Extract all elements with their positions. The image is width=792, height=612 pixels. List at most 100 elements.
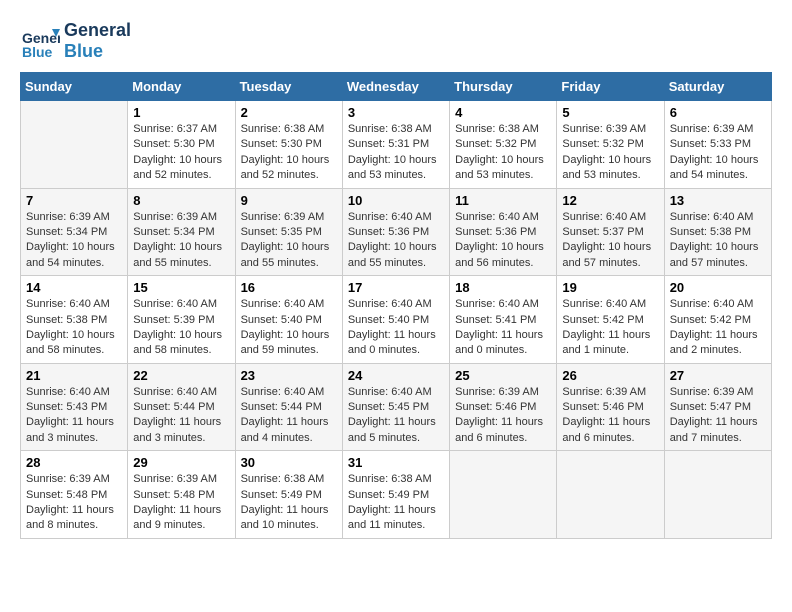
calendar-cell: 28 Sunrise: 6:39 AM Sunset: 5:48 PM Dayli… [21, 451, 128, 539]
day-number: 15 [133, 280, 229, 295]
day-number: 13 [670, 193, 766, 208]
calendar-cell: 8Sunrise: 6:39 AM Sunset: 5:34 PM Daylig… [128, 188, 235, 276]
day-number: 23 [241, 368, 337, 383]
day-info: Sunrise: 6:40 AM Sunset: 5:45 PM Dayligh… [348, 385, 444, 447]
calendar-cell: 19 Sunrise: 6:40 AM Sunset: 5:42 PM Dayli… [557, 276, 664, 364]
svg-text:Blue: Blue [22, 44, 53, 60]
day-info: Sunrise: 6:39 AM Sunset: 5:46 PM Dayligh… [562, 385, 658, 447]
calendar-cell: 18Sunrise: 6:40 AM Sunset: 5:41 PM Dayli… [450, 276, 557, 364]
day-number: 31 [348, 455, 444, 470]
day-info: Sunrise: 6:38 AM Sunset: 5:30 PM Dayligh… [241, 122, 337, 184]
day-number: 8 [133, 193, 229, 208]
calendar-cell [557, 451, 664, 539]
calendar-body: 1 Sunrise: 6:37 AM Sunset: 5:30 PM Daylig… [21, 101, 772, 539]
day-info: Sunrise: 6:40 AM Sunset: 5:43 PM Dayligh… [26, 385, 122, 447]
calendar-cell: 7 Sunrise: 6:39 AM Sunset: 5:34 PM Daylig… [21, 188, 128, 276]
day-number: 30 [241, 455, 337, 470]
day-info: Sunrise: 6:39 AM Sunset: 5:47 PM Dayligh… [670, 385, 766, 447]
logo: General Blue General Blue [20, 20, 131, 62]
day-number: 19 [562, 280, 658, 295]
day-info: Sunrise: 6:40 AM Sunset: 5:37 PM Dayligh… [562, 210, 658, 272]
day-info: Sunrise: 6:39 AM Sunset: 5:34 PM Dayligh… [26, 210, 122, 272]
day-number: 10 [348, 193, 444, 208]
calendar-cell: 29 Sunrise: 6:39 AM Sunset: 5:48 PM Dayli… [128, 451, 235, 539]
weekday-header-sunday: Sunday [21, 73, 128, 101]
calendar-cell: 23 Sunrise: 6:40 AM Sunset: 5:44 PM Dayli… [235, 363, 342, 451]
day-number: 4 [455, 105, 551, 120]
calendar-cell: 24 Sunrise: 6:40 AM Sunset: 5:45 PM Dayli… [342, 363, 449, 451]
weekday-header-thursday: Thursday [450, 73, 557, 101]
day-number: 24 [348, 368, 444, 383]
day-info: Sunrise: 6:37 AM Sunset: 5:30 PM Dayligh… [133, 122, 229, 184]
calendar-cell: 16Sunrise: 6:40 AM Sunset: 5:40 PM Dayli… [235, 276, 342, 364]
week-row-2: 7 Sunrise: 6:39 AM Sunset: 5:34 PM Daylig… [21, 188, 772, 276]
calendar-cell: 9 Sunrise: 6:39 AM Sunset: 5:35 PM Daylig… [235, 188, 342, 276]
calendar-cell: 12 Sunrise: 6:40 AM Sunset: 5:37 PM Dayli… [557, 188, 664, 276]
day-number: 21 [26, 368, 122, 383]
weekday-header-saturday: Saturday [664, 73, 771, 101]
week-row-3: 14Sunrise: 6:40 AM Sunset: 5:38 PM Dayli… [21, 276, 772, 364]
day-info: Sunrise: 6:39 AM Sunset: 5:48 PM Dayligh… [133, 472, 229, 534]
day-info: Sunrise: 6:40 AM Sunset: 5:38 PM Dayligh… [670, 210, 766, 272]
calendar-cell [664, 451, 771, 539]
logo-icon: General Blue [20, 21, 60, 61]
calendar-cell: 2 Sunrise: 6:38 AM Sunset: 5:30 PM Daylig… [235, 101, 342, 189]
day-info: Sunrise: 6:39 AM Sunset: 5:35 PM Dayligh… [241, 210, 337, 272]
day-number: 3 [348, 105, 444, 120]
day-number: 26 [562, 368, 658, 383]
day-info: Sunrise: 6:40 AM Sunset: 5:36 PM Dayligh… [348, 210, 444, 272]
day-info: Sunrise: 6:38 AM Sunset: 5:31 PM Dayligh… [348, 122, 444, 184]
day-info: Sunrise: 6:40 AM Sunset: 5:38 PM Dayligh… [26, 297, 122, 359]
day-info: Sunrise: 6:39 AM Sunset: 5:48 PM Dayligh… [26, 472, 122, 534]
day-number: 1 [133, 105, 229, 120]
day-number: 7 [26, 193, 122, 208]
calendar-cell: 4 Sunrise: 6:38 AM Sunset: 5:32 PM Daylig… [450, 101, 557, 189]
calendar-header: SundayMondayTuesdayWednesdayThursdayFrid… [21, 73, 772, 101]
weekday-header-tuesday: Tuesday [235, 73, 342, 101]
week-row-4: 21 Sunrise: 6:40 AM Sunset: 5:43 PM Dayli… [21, 363, 772, 451]
day-info: Sunrise: 6:40 AM Sunset: 5:44 PM Dayligh… [241, 385, 337, 447]
weekday-header-monday: Monday [128, 73, 235, 101]
day-info: Sunrise: 6:40 AM Sunset: 5:44 PM Dayligh… [133, 385, 229, 447]
day-info: Sunrise: 6:40 AM Sunset: 5:42 PM Dayligh… [562, 297, 658, 359]
day-number: 12 [562, 193, 658, 208]
calendar-cell: 20 Sunrise: 6:40 AM Sunset: 5:42 PM Dayli… [664, 276, 771, 364]
weekday-header-wednesday: Wednesday [342, 73, 449, 101]
week-row-1: 1 Sunrise: 6:37 AM Sunset: 5:30 PM Daylig… [21, 101, 772, 189]
day-number: 20 [670, 280, 766, 295]
day-number: 29 [133, 455, 229, 470]
calendar-table: SundayMondayTuesdayWednesdayThursdayFrid… [20, 72, 772, 539]
day-number: 25 [455, 368, 551, 383]
day-info: Sunrise: 6:38 AM Sunset: 5:49 PM Dayligh… [241, 472, 337, 534]
calendar-cell: 6Sunrise: 6:39 AM Sunset: 5:33 PM Daylig… [664, 101, 771, 189]
calendar-cell [450, 451, 557, 539]
calendar-cell: 14Sunrise: 6:40 AM Sunset: 5:38 PM Dayli… [21, 276, 128, 364]
day-info: Sunrise: 6:40 AM Sunset: 5:42 PM Dayligh… [670, 297, 766, 359]
calendar-cell: 13 Sunrise: 6:40 AM Sunset: 5:38 PM Dayli… [664, 188, 771, 276]
calendar-cell: 1 Sunrise: 6:37 AM Sunset: 5:30 PM Daylig… [128, 101, 235, 189]
weekday-header-row: SundayMondayTuesdayWednesdayThursdayFrid… [21, 73, 772, 101]
calendar-cell: 5Sunrise: 6:39 AM Sunset: 5:32 PM Daylig… [557, 101, 664, 189]
logo-blue: Blue [64, 41, 131, 62]
day-number: 28 [26, 455, 122, 470]
day-info: Sunrise: 6:40 AM Sunset: 5:36 PM Dayligh… [455, 210, 551, 272]
calendar-cell: 22Sunrise: 6:40 AM Sunset: 5:44 PM Dayli… [128, 363, 235, 451]
day-number: 2 [241, 105, 337, 120]
calendar-cell: 30 Sunrise: 6:38 AM Sunset: 5:49 PM Dayli… [235, 451, 342, 539]
weekday-header-friday: Friday [557, 73, 664, 101]
day-info: Sunrise: 6:38 AM Sunset: 5:32 PM Dayligh… [455, 122, 551, 184]
calendar-cell: 15Sunrise: 6:40 AM Sunset: 5:39 PM Dayli… [128, 276, 235, 364]
day-info: Sunrise: 6:39 AM Sunset: 5:33 PM Dayligh… [670, 122, 766, 184]
calendar-cell: 27Sunrise: 6:39 AM Sunset: 5:47 PM Dayli… [664, 363, 771, 451]
calendar-cell: 31 Sunrise: 6:38 AM Sunset: 5:49 PM Dayli… [342, 451, 449, 539]
day-number: 9 [241, 193, 337, 208]
calendar-cell: 11Sunrise: 6:40 AM Sunset: 5:36 PM Dayli… [450, 188, 557, 276]
day-number: 16 [241, 280, 337, 295]
calendar-cell: 10 Sunrise: 6:40 AM Sunset: 5:36 PM Dayli… [342, 188, 449, 276]
calendar-cell: 17Sunrise: 6:40 AM Sunset: 5:40 PM Dayli… [342, 276, 449, 364]
calendar-cell: 25 Sunrise: 6:39 AM Sunset: 5:46 PM Dayli… [450, 363, 557, 451]
day-info: Sunrise: 6:38 AM Sunset: 5:49 PM Dayligh… [348, 472, 444, 534]
day-info: Sunrise: 6:39 AM Sunset: 5:46 PM Dayligh… [455, 385, 551, 447]
day-number: 18 [455, 280, 551, 295]
day-info: Sunrise: 6:39 AM Sunset: 5:32 PM Dayligh… [562, 122, 658, 184]
